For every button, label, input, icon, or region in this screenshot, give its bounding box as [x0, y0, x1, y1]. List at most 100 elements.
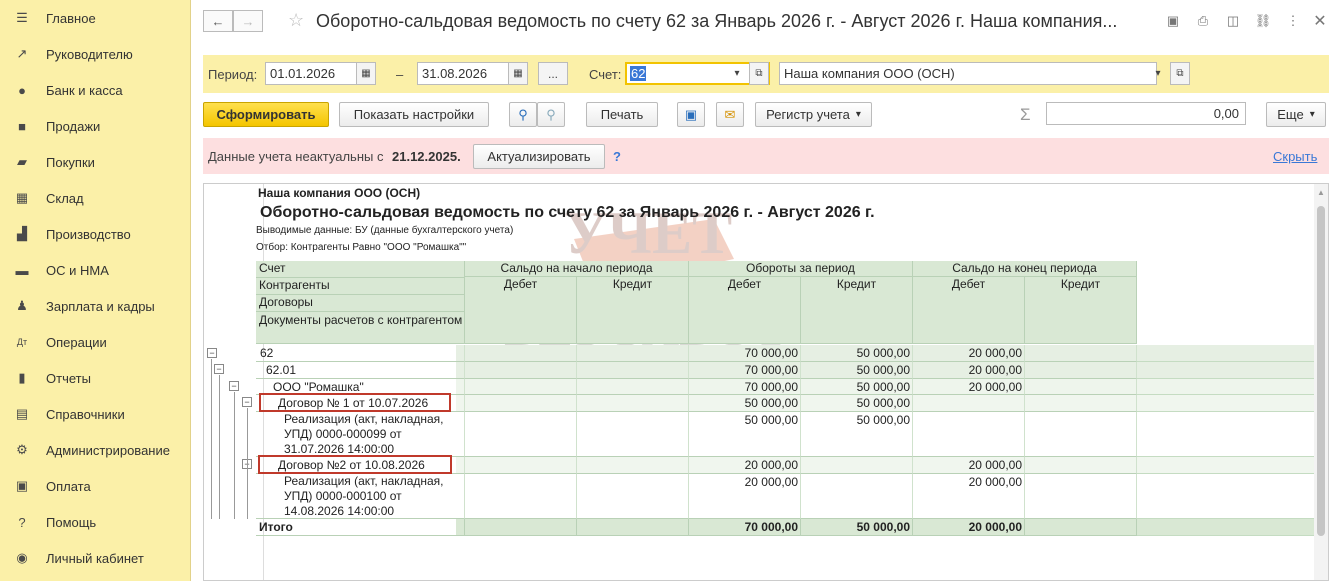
- sidebar-item-sales[interactable]: ■ Продажи: [0, 108, 191, 144]
- row-value-close-d: 20 000,00: [913, 345, 1025, 362]
- row-value-open-c: [577, 474, 689, 519]
- collapse-icon[interactable]: −: [242, 397, 252, 407]
- chevron-down-icon[interactable]: ▾: [1148, 62, 1168, 85]
- sidebar-item-warehouse[interactable]: ▦ Склад: [0, 180, 191, 216]
- row-value-turn-d: 20 000,00: [689, 474, 801, 519]
- more-dropdown[interactable]: Еще ▾: [1266, 102, 1326, 127]
- scroll-thumb[interactable]: [1317, 206, 1325, 536]
- collapse-icon[interactable]: −: [207, 348, 217, 358]
- sidebar-item-bank[interactable]: ● Банк и касса: [0, 72, 191, 108]
- warning-bar: Данные учета неактуальны с 21.12.2025. А…: [203, 138, 1329, 174]
- sidebar-item-production[interactable]: ▟ Производство: [0, 216, 191, 252]
- help-link[interactable]: ?: [613, 149, 621, 164]
- arrow-right-icon: →: [241, 13, 255, 29]
- question-icon: ?: [18, 514, 26, 530]
- sidebar-item-admin[interactable]: ⚙ Администрирование: [0, 432, 191, 468]
- toolbar: Сформировать Показать настройки ⚲ ⚲ Печа…: [203, 100, 1329, 130]
- forward-button[interactable]: →: [233, 10, 263, 32]
- update-button[interactable]: Актуализировать: [473, 144, 605, 169]
- sidebar-item-payment[interactable]: ▣ Оплата: [0, 468, 191, 504]
- header-turnover: Обороты за период: [689, 261, 913, 277]
- search-clear-icon[interactable]: ⚲: [537, 102, 565, 127]
- back-button[interactable]: ←: [203, 10, 233, 32]
- open-icon[interactable]: ⧉: [749, 62, 769, 85]
- star-icon[interactable]: ☆: [288, 10, 304, 31]
- scroll-up-icon[interactable]: ▲: [1317, 188, 1325, 197]
- print-icon[interactable]: ⎙: [1194, 12, 1212, 30]
- sidebar-item-purchases[interactable]: ▰ Покупки: [0, 144, 191, 180]
- collapse-icon[interactable]: −: [214, 364, 224, 374]
- save-icon[interactable]: ▣: [1164, 12, 1182, 30]
- sidebar-item-label: ОС и НМА: [46, 262, 109, 278]
- save-icon[interactable]: ▣: [677, 102, 705, 127]
- calendar-icon[interactable]: ▦: [356, 62, 376, 85]
- total-value: [465, 519, 577, 536]
- chevron-down-icon[interactable]: ▾: [727, 62, 747, 85]
- row-value-close-c: [1025, 457, 1137, 474]
- sidebar-item-label: Склад: [46, 190, 84, 206]
- coin-icon: ●: [18, 82, 26, 98]
- sidebar-item-fixed-assets[interactable]: ▬ ОС и НМА: [0, 252, 191, 288]
- header-closing-credit: Кредит: [1025, 277, 1137, 344]
- more-icon[interactable]: ⋮: [1284, 12, 1302, 30]
- sidebar-item-director[interactable]: ↗ Руководителю: [0, 36, 191, 72]
- sidebar-item-reports[interactable]: ▮ Отчеты: [0, 360, 191, 396]
- period-select-button[interactable]: ...: [538, 62, 568, 85]
- total-value: [1025, 519, 1137, 536]
- tree-line: [211, 359, 212, 519]
- main-area: ← → ☆ Оборотно-сальдовая ведомость по сч…: [191, 0, 1341, 581]
- warning-text: Данные учета неактуальны с: [208, 149, 384, 164]
- row-value-open-c: [577, 412, 689, 457]
- sidebar-item-main[interactable]: ☰ Главное: [0, 0, 191, 36]
- preview-icon[interactable]: ◫: [1224, 12, 1242, 30]
- organization-field[interactable]: Наша компания ООО (ОСН): [779, 62, 1157, 85]
- report-output-data: Выводимые данные: БУ (данные бухгалтерск…: [256, 225, 514, 236]
- sidebar-item-label: Продажи: [46, 118, 101, 134]
- row-value-turn-d: 70 000,00: [689, 345, 801, 362]
- show-settings-button[interactable]: Показать настройки: [339, 102, 489, 127]
- calendar-icon[interactable]: ▦: [508, 62, 528, 85]
- header-turnover-credit: Кредит: [801, 277, 913, 344]
- row-label: Реализация (акт, накладная, УПД) 0000-00…: [256, 474, 465, 519]
- sidebar-item-account[interactable]: ◉ Личный кабинет: [0, 540, 191, 576]
- row-value-close-d: 20 000,00: [913, 362, 1025, 379]
- sidebar-item-label: Руководителю: [46, 46, 133, 62]
- row-value-turn-c: 50 000,00: [801, 395, 913, 412]
- link-icon[interactable]: ⛓: [1254, 12, 1272, 30]
- trend-icon: ↗: [16, 46, 28, 61]
- sidebar-item-label: Помощь: [46, 514, 97, 530]
- report-area: УЧЕТ БЕЗ ЗАБОТ Наша компания ООО (ОСН) О…: [203, 183, 1329, 581]
- sidebar-item-label: Банк и касса: [46, 82, 123, 98]
- arrow-left-icon: ←: [211, 13, 225, 29]
- sidebar-item-help[interactable]: ? Помощь: [0, 504, 191, 540]
- sidebar-item-operations[interactable]: Дт Операции: [0, 324, 191, 360]
- row-label: 62: [256, 345, 465, 362]
- header-account: Счет: [256, 261, 465, 278]
- total-value: [577, 519, 689, 536]
- header-counterparties: Контрагенты: [256, 278, 465, 295]
- generate-button[interactable]: Сформировать: [203, 102, 329, 127]
- search-icon[interactable]: ⚲: [509, 102, 537, 127]
- row-value-close-d: [913, 412, 1025, 457]
- header-contracts: Договоры: [256, 295, 465, 312]
- register-dropdown[interactable]: Регистр учета ▾: [755, 102, 872, 127]
- sidebar-item-directories[interactable]: ▤ Справочники: [0, 396, 191, 432]
- title-bar: ← → ☆ Оборотно-сальдовая ведомость по сч…: [191, 0, 1341, 44]
- sidebar: ☰ Главное ↗ Руководителю ● Банк и касса ■ Пр…: [0, 0, 191, 581]
- filter-bar: Период: 01.01.2026 ▦ – 31.08.2026 ▦ ... …: [203, 55, 1329, 93]
- sidebar-item-label: Отчеты: [46, 370, 91, 386]
- sum-icon: Σ: [1020, 105, 1031, 124]
- print-button[interactable]: Печать: [586, 102, 658, 127]
- row-value-close-c: [1025, 345, 1137, 362]
- close-icon[interactable]: ✕: [1311, 12, 1329, 30]
- bag-icon: ■: [18, 118, 26, 134]
- tree-line: [219, 375, 220, 519]
- hide-link[interactable]: Скрыть: [1273, 149, 1317, 164]
- sidebar-item-salary[interactable]: ♟ Зарплата и кадры: [0, 288, 191, 324]
- row-value-turn-d: 50 000,00: [689, 395, 801, 412]
- scrollbar[interactable]: ▲: [1314, 184, 1328, 580]
- collapse-icon[interactable]: −: [229, 381, 239, 391]
- email-icon[interactable]: ✉: [716, 102, 744, 127]
- open-icon[interactable]: ⧉: [1170, 62, 1190, 85]
- sum-field[interactable]: 0,00: [1046, 102, 1246, 125]
